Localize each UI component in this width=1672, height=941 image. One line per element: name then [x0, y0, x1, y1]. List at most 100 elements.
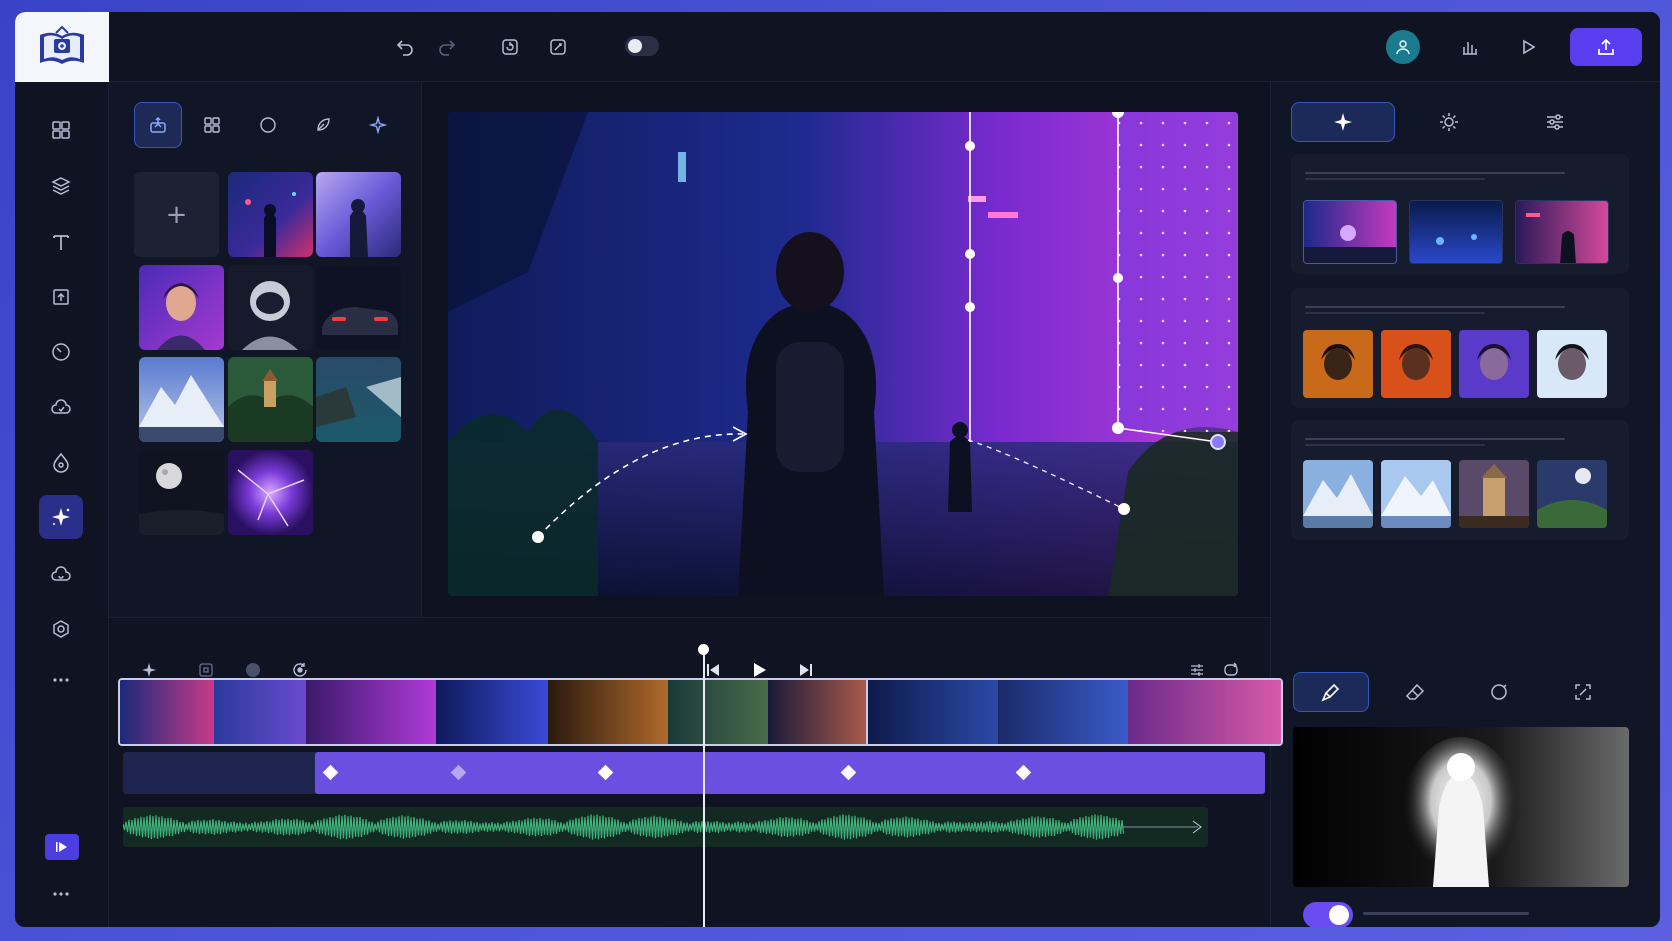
video-clip[interactable] — [998, 680, 1128, 744]
video-clip[interactable] — [768, 680, 868, 744]
landscape-option[interactable] — [1303, 460, 1373, 528]
video-track[interactable] — [118, 678, 1283, 746]
media-tab-nature[interactable] — [299, 102, 347, 148]
rail-settings[interactable] — [39, 607, 83, 651]
video-preview-canvas[interactable] — [448, 112, 1238, 596]
properties-panel: + — [1270, 82, 1660, 927]
tool-rail — [15, 82, 109, 927]
redo-button[interactable] — [432, 32, 462, 62]
media-tab-effects[interactable] — [354, 102, 402, 148]
feather-slider[interactable] — [1363, 912, 1529, 915]
media-tab-uploads[interactable] — [134, 102, 182, 148]
export-button[interactable] — [1570, 28, 1642, 66]
media-tab-shapes[interactable] — [244, 102, 292, 148]
media-thumb[interactable] — [228, 265, 313, 350]
playhead-handle[interactable] — [698, 644, 709, 655]
tab-ai-generate[interactable] — [1291, 102, 1395, 142]
brush-tool-button[interactable] — [1293, 672, 1369, 712]
undo-button[interactable] — [390, 32, 420, 62]
video-clip[interactable] — [548, 680, 668, 744]
layers-icon — [50, 175, 72, 197]
rail-crop[interactable] — [39, 275, 83, 319]
rail-layers[interactable] — [39, 164, 83, 208]
keyframe[interactable] — [322, 764, 339, 781]
media-thumb[interactable] — [139, 265, 224, 350]
sliders-icon — [1544, 111, 1566, 133]
rail-cloud-sync[interactable] — [39, 552, 83, 596]
rail-play-button[interactable] — [45, 834, 79, 860]
rail-text[interactable] — [39, 220, 83, 264]
keyframe[interactable] — [450, 764, 467, 781]
audio-track[interactable] — [122, 807, 1208, 847]
rail-more[interactable] — [39, 658, 83, 702]
card-title-placeholder — [1305, 306, 1565, 308]
keyframe-range[interactable] — [315, 752, 1265, 794]
style-option[interactable] — [1303, 200, 1397, 264]
video-clip[interactable] — [306, 680, 436, 744]
eraser-icon — [1404, 681, 1426, 703]
refresh-icon — [291, 661, 309, 679]
tab-lighting[interactable] — [1397, 102, 1501, 142]
style-option[interactable] — [1515, 200, 1609, 264]
card-title-placeholder — [1305, 438, 1565, 440]
media-thumb[interactable] — [228, 450, 313, 535]
theme-toggle[interactable] — [625, 36, 659, 56]
landscape-option[interactable] — [1537, 460, 1607, 528]
rail-magic[interactable] — [39, 495, 83, 539]
app-logo[interactable] — [15, 12, 109, 82]
media-thumb[interactable] — [228, 172, 313, 257]
media-thumb[interactable] — [316, 357, 401, 442]
media-thumb[interactable] — [139, 450, 224, 535]
media-thumb[interactable] — [228, 357, 313, 442]
video-clip[interactable] — [668, 680, 768, 744]
keyframe-track[interactable] — [123, 752, 1265, 794]
character-option[interactable] — [1459, 330, 1529, 398]
crop-frame-tool-button[interactable] — [1545, 672, 1621, 712]
play-icon — [1518, 37, 1538, 57]
landscape-option[interactable] — [1459, 460, 1529, 528]
video-clip[interactable] — [436, 680, 548, 744]
tab-adjustments[interactable] — [1503, 102, 1607, 142]
rail-grid[interactable] — [39, 108, 83, 152]
sparkle-icon — [1332, 111, 1354, 133]
character-option[interactable] — [1381, 330, 1451, 398]
sparkle-icon — [140, 661, 158, 679]
preview-play-button[interactable] — [1513, 32, 1543, 62]
style-option[interactable] — [1409, 200, 1503, 264]
lasso-tool-button[interactable] — [1461, 672, 1537, 712]
video-clip[interactable] — [214, 680, 306, 744]
more-icon — [50, 883, 72, 905]
keyframe[interactable] — [597, 764, 614, 781]
eraser-tool-button[interactable] — [1377, 672, 1453, 712]
keyframe[interactable] — [840, 764, 857, 781]
video-clip[interactable] — [1128, 680, 1281, 744]
mask-preview[interactable] — [1293, 727, 1629, 887]
cloud-icon — [50, 396, 72, 418]
video-clip[interactable] — [120, 680, 214, 744]
rail-speed[interactable] — [39, 330, 83, 374]
add-media-button[interactable]: + — [134, 172, 219, 257]
card-title-placeholder — [1305, 172, 1565, 174]
media-tab-grid[interactable] — [188, 102, 236, 148]
rail-more-bottom[interactable] — [39, 872, 83, 916]
character-option[interactable] — [1537, 330, 1607, 398]
mask-feather-toggle[interactable] — [1303, 902, 1353, 927]
character-option[interactable] — [1303, 330, 1373, 398]
video-clip[interactable] — [868, 680, 998, 744]
text-icon — [50, 231, 72, 253]
media-thumb[interactable] — [316, 172, 401, 257]
preview-area — [422, 82, 1242, 617]
grid-icon — [203, 116, 221, 134]
frame-capture-button[interactable] — [495, 32, 525, 62]
analytics-button[interactable] — [1455, 32, 1485, 62]
landscape-option[interactable] — [1381, 460, 1451, 528]
rail-drop[interactable] — [39, 440, 83, 484]
media-thumb[interactable] — [139, 357, 224, 442]
playhead[interactable] — [703, 649, 705, 927]
card-subtitle-placeholder — [1305, 444, 1485, 446]
media-thumb[interactable] — [316, 265, 401, 350]
rail-cloud[interactable] — [39, 385, 83, 429]
collaborators-button[interactable] — [1386, 30, 1420, 64]
keyframe[interactable] — [1015, 764, 1032, 781]
frame-edit-button[interactable] — [543, 32, 573, 62]
